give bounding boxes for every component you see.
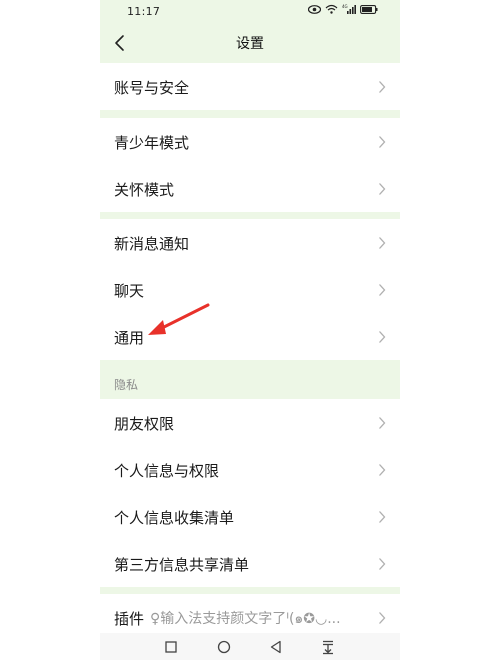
battery-icon bbox=[360, 4, 378, 14]
eye-icon bbox=[308, 4, 321, 14]
settings-screen: 11:17 4G 设置 账号与安全 青少年模式 关怀模式 新消息通知 聊天 通用… bbox=[100, 0, 400, 660]
chevron-right-icon bbox=[379, 81, 386, 93]
triangle-left-icon[interactable] bbox=[268, 639, 284, 655]
settings-item-label: 聊天 bbox=[114, 282, 145, 300]
page-title: 设置 bbox=[236, 36, 264, 52]
settings-item-label: 新消息通知 bbox=[114, 235, 190, 253]
chevron-right-icon bbox=[379, 558, 386, 570]
status-time: 11:17 bbox=[127, 5, 161, 18]
chevron-right-icon bbox=[379, 612, 386, 624]
settings-item-label: 个人信息与权限 bbox=[114, 462, 220, 480]
settings-item-account-security[interactable]: 账号与安全 bbox=[100, 63, 400, 110]
settings-item-label: 朋友权限 bbox=[114, 415, 175, 433]
settings-item-label: 账号与安全 bbox=[114, 79, 190, 97]
settings-item-third-party-sharing[interactable]: 第三方信息共享清单 bbox=[100, 540, 400, 587]
chevron-right-icon bbox=[379, 284, 386, 296]
settings-item-general[interactable]: 通用 bbox=[100, 313, 400, 360]
settings-item-label: 第三方信息共享清单 bbox=[114, 556, 250, 574]
down-arrow-menu-icon[interactable] bbox=[320, 639, 336, 655]
chevron-right-icon bbox=[379, 237, 386, 249]
settings-item-label: 通用 bbox=[114, 329, 145, 347]
svg-text:4G: 4G bbox=[342, 4, 348, 9]
settings-item-personal-info-permissions[interactable]: 个人信息与权限 bbox=[100, 446, 400, 493]
signal-icon: 4G bbox=[342, 4, 356, 14]
wifi-icon bbox=[325, 4, 338, 14]
settings-item-personal-info-collection[interactable]: 个人信息收集清单 bbox=[100, 493, 400, 540]
chevron-right-icon bbox=[379, 417, 386, 429]
chevron-right-icon bbox=[379, 331, 386, 343]
settings-item-teen-mode[interactable]: 青少年模式 bbox=[100, 118, 400, 165]
chevron-right-icon bbox=[379, 511, 386, 523]
settings-item-label: 个人信息收集清单 bbox=[114, 509, 235, 527]
plugin-hint-text: ♀输入法支持颜文字了ᑊ(๑✪◡... bbox=[150, 611, 341, 627]
square-icon[interactable] bbox=[163, 639, 179, 655]
settings-item-friend-permissions[interactable]: 朋友权限 bbox=[100, 399, 400, 446]
status-icons: 4G bbox=[308, 4, 378, 14]
settings-item-new-message-notify[interactable]: 新消息通知 bbox=[100, 219, 400, 266]
chevron-right-icon bbox=[379, 136, 386, 148]
chevron-right-icon bbox=[379, 464, 386, 476]
system-nav-bar bbox=[100, 633, 400, 660]
nav-bar: 设置 bbox=[100, 24, 400, 62]
chevron-right-icon bbox=[379, 183, 386, 195]
settings-item-chat[interactable]: 聊天 bbox=[100, 266, 400, 313]
section-label-privacy: 隐私 bbox=[114, 378, 139, 392]
settings-item-label: 插件 bbox=[114, 610, 145, 628]
circle-icon[interactable] bbox=[216, 639, 232, 655]
settings-item-label: 关怀模式 bbox=[114, 181, 175, 199]
status-bar: 11:17 4G bbox=[100, 0, 400, 24]
settings-item-care-mode[interactable]: 关怀模式 bbox=[100, 165, 400, 212]
settings-item-label: 青少年模式 bbox=[114, 134, 190, 152]
